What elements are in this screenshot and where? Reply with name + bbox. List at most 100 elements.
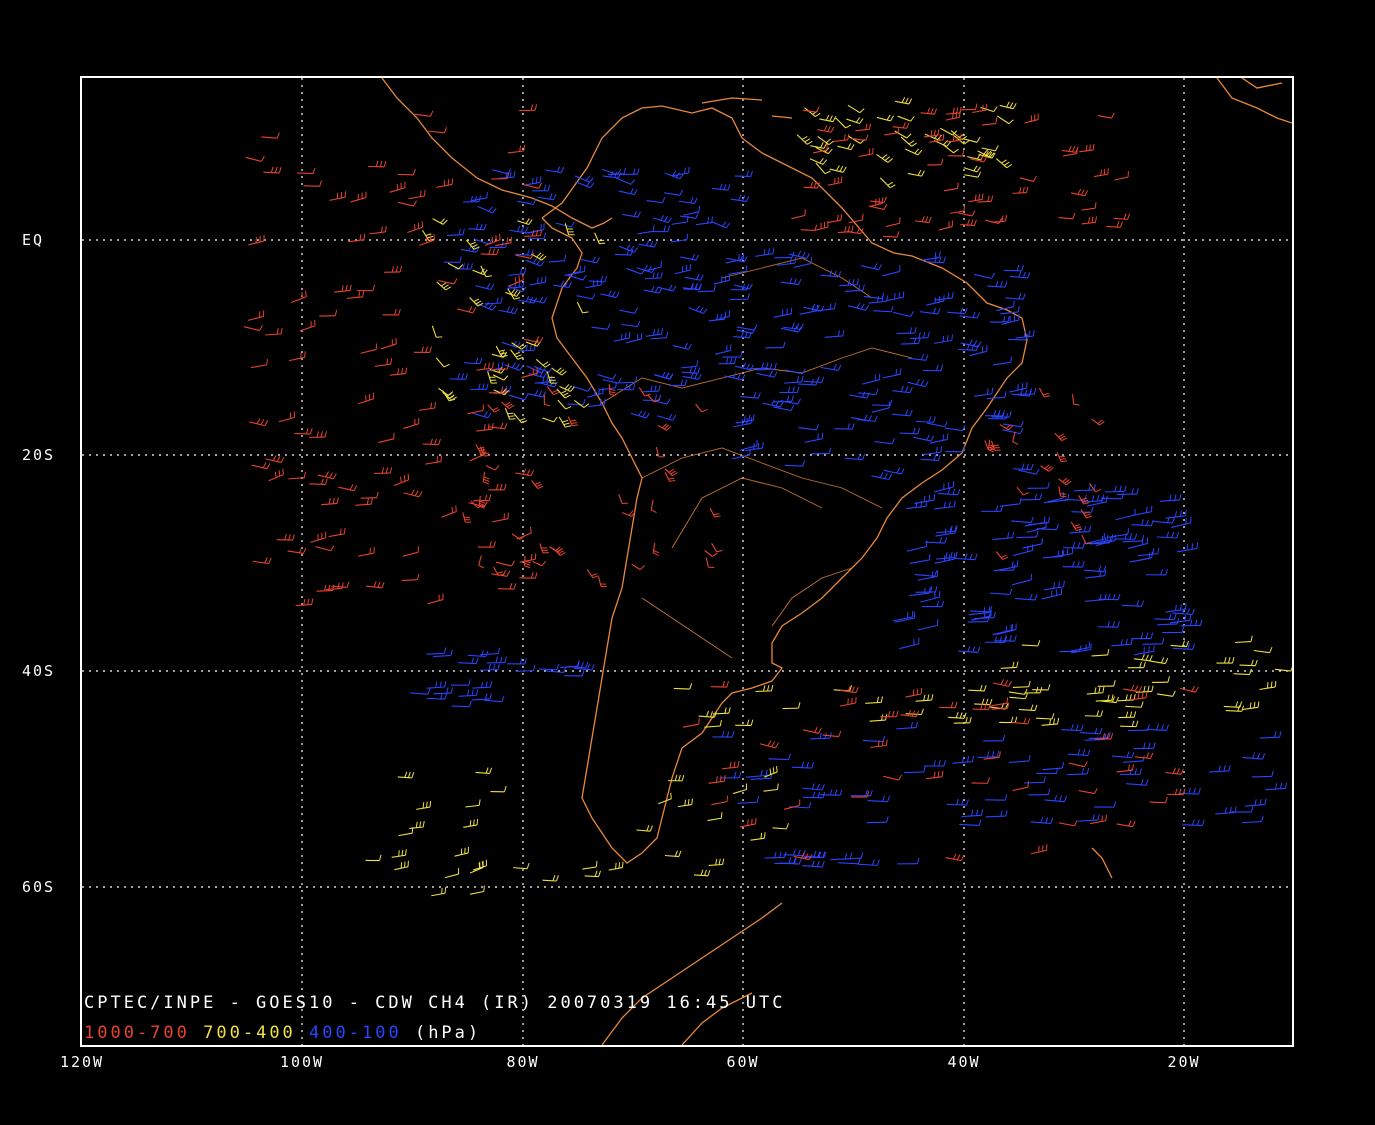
wind-barb xyxy=(438,279,455,285)
wind-barb-feather xyxy=(1049,718,1052,725)
wind-barb xyxy=(1274,668,1291,672)
wind-barb-feather xyxy=(860,303,865,310)
wind-barb xyxy=(637,230,654,235)
wind-barb xyxy=(968,689,985,692)
wind-barb-feather xyxy=(305,290,307,297)
wind-barb-feather xyxy=(570,386,575,392)
wind-barb-feather xyxy=(855,117,861,123)
wind-barb-feather xyxy=(1199,619,1203,626)
wind-barb xyxy=(360,348,377,354)
wind-barb-feather xyxy=(471,689,474,696)
wind-barb xyxy=(871,407,890,413)
wind-barb-feather xyxy=(720,812,723,819)
wind-barb-feather xyxy=(260,419,265,425)
wind-barb-feather xyxy=(537,277,539,284)
wind-barb-feather xyxy=(1000,554,1007,558)
wind-barb-feather xyxy=(768,248,770,255)
wind-barb-feather xyxy=(1229,806,1232,813)
wind-barb xyxy=(470,890,484,895)
wind-barb-feather xyxy=(1074,820,1078,826)
wind-barb xyxy=(464,362,481,365)
wind-barb-feather xyxy=(1250,659,1254,666)
wind-barb xyxy=(883,235,898,238)
wind-barb-feather xyxy=(415,821,418,828)
wind-barb-feather xyxy=(837,214,839,221)
wind-barb xyxy=(374,363,391,367)
wind-barb xyxy=(883,469,902,475)
wind-barb xyxy=(245,156,262,162)
wind-barb-feather xyxy=(973,165,978,172)
wind-barb-feather xyxy=(501,355,508,358)
wind-barb-feather xyxy=(763,248,766,255)
wind-barb-feather xyxy=(737,761,740,768)
wind-barb xyxy=(408,195,425,200)
wind-barb-feather xyxy=(1028,754,1031,762)
wind-barb-feather xyxy=(797,849,801,856)
wind-barb-feather xyxy=(1274,783,1278,790)
wind-barb-feather xyxy=(414,490,419,497)
wind-barb xyxy=(1067,773,1088,776)
wind-barb-feather xyxy=(875,388,879,395)
wind-barb-feather xyxy=(1010,716,1014,723)
wind-barb-feather xyxy=(1023,492,1029,496)
wind-barb-feather xyxy=(1145,779,1149,786)
wind-barb xyxy=(886,222,900,228)
wind-barb-feather xyxy=(857,857,861,864)
wind-barb-feather xyxy=(1239,701,1243,708)
wind-barb-feather xyxy=(1189,614,1192,621)
wind-barb-feather xyxy=(836,165,840,171)
wind-barb xyxy=(414,113,431,117)
wind-barb-feather xyxy=(483,223,487,230)
wind-barb-feather xyxy=(857,453,861,460)
wind-barb-feather xyxy=(1148,742,1151,749)
wind-barb-feather xyxy=(492,362,494,369)
wind-barb-feather xyxy=(1161,637,1165,644)
wind-barb-feather xyxy=(1030,704,1034,711)
wind-barb-feather xyxy=(1077,748,1081,755)
wind-barb-feather xyxy=(520,267,523,275)
wind-barb-feather xyxy=(1112,621,1115,628)
wind-barb xyxy=(1038,387,1045,398)
wind-barb-feather xyxy=(471,657,475,664)
wind-barb-feather xyxy=(268,557,272,564)
wind-barb-feather xyxy=(375,160,379,167)
wind-barb-feather xyxy=(534,572,538,579)
wind-barb xyxy=(315,546,331,552)
wind-barb-feather xyxy=(957,488,961,495)
wind-barb-feather xyxy=(821,861,825,868)
wind-barb-feather xyxy=(312,167,316,174)
wind-barb-feather xyxy=(940,446,943,453)
wind-barb-feather xyxy=(772,767,775,774)
wind-barb-feather xyxy=(468,306,473,313)
wind-barb-feather xyxy=(561,370,567,376)
wind-barb-feather xyxy=(1075,724,1079,731)
wind-barb-feather xyxy=(272,455,277,461)
wind-barb xyxy=(899,643,919,650)
wind-barb xyxy=(1019,177,1034,182)
wind-barb-feather xyxy=(1024,692,1029,699)
wind-barb-feather xyxy=(1047,684,1051,691)
wind-barb-feather xyxy=(405,849,407,856)
wind-barb-feather xyxy=(624,383,628,390)
wind-barb xyxy=(984,440,989,450)
wind-barb-feather xyxy=(1249,668,1252,675)
wind-barb-feather xyxy=(474,195,477,202)
wind-barb-feather xyxy=(761,362,765,369)
wind-barb xyxy=(970,610,991,613)
wind-barb xyxy=(1011,579,1032,586)
wind-barb-feather xyxy=(684,342,688,349)
wind-barb xyxy=(879,177,891,189)
wind-barb-feather xyxy=(490,284,495,290)
wind-barb xyxy=(1058,822,1075,827)
wind-barb-feather xyxy=(943,760,946,767)
wind-barb-feather xyxy=(444,887,447,894)
wind-barb xyxy=(545,169,562,174)
wind-barb-feather xyxy=(546,376,549,383)
wind-barb-feather xyxy=(510,236,512,243)
wind-barb xyxy=(1169,619,1190,624)
wind-barb-feather xyxy=(442,219,448,225)
wind-barb-feather xyxy=(615,292,620,298)
wind-barb-feather xyxy=(1004,794,1008,801)
wind-barb-feather xyxy=(1082,561,1085,568)
wind-barb-feather xyxy=(1050,817,1054,824)
